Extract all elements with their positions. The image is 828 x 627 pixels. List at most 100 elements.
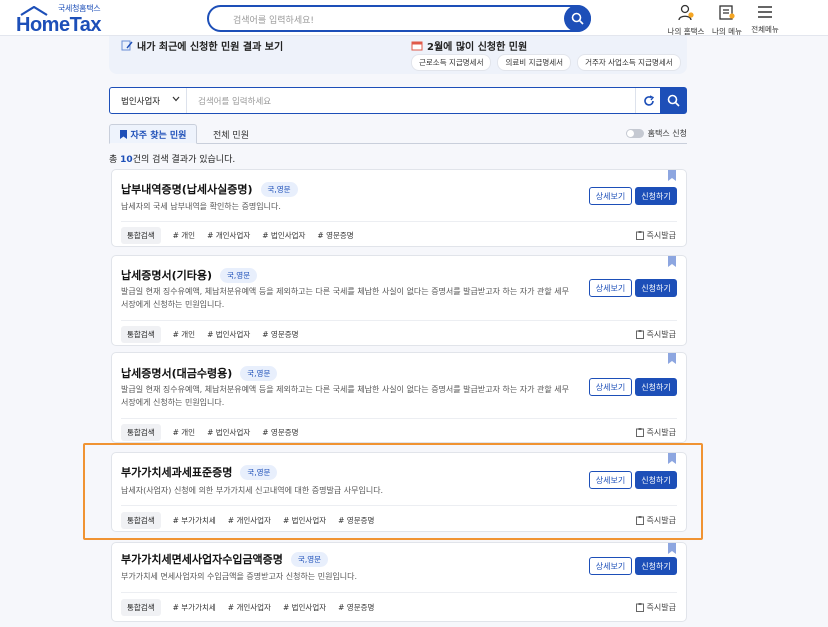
popular-applications-header: 2월에 많이 신청한 민원: [411, 38, 527, 53]
instant-issue-label: 즉시발급: [646, 428, 676, 437]
language-badge: 국,영문: [290, 551, 329, 567]
service-card: 납세증명서(대금수령용) 국,영문 발급일 현재 징수유예액, 체납처분유예액 …: [111, 352, 687, 443]
bookmark-icon: [119, 129, 127, 139]
toggle-label: 홈택스 신청: [647, 129, 687, 138]
card-divider: [121, 221, 677, 222]
refresh-button[interactable]: [635, 88, 661, 113]
recent-applications-title: 내가 최근에 신청한 민원 결과 보기: [137, 42, 284, 53]
hometax-apply-toggle[interactable]: 홈택스 신청: [625, 128, 687, 139]
tag[interactable]: # 개인: [173, 427, 195, 438]
card-title-row: 부가가치세면세사업자수입금액증명 국,영문: [121, 551, 329, 567]
card-divider: [121, 418, 677, 419]
edit-doc-icon: [121, 40, 133, 51]
category-select[interactable]: 법인사업자: [110, 88, 187, 113]
card-divider: [121, 320, 677, 321]
tag-integrated-search[interactable]: 통합검색: [121, 599, 161, 616]
card-description: 발급일 현재 징수유예액, 체납처분유예액 등을 제외하고는 다른 국세를 체납…: [121, 287, 570, 309]
all-menu-button[interactable]: 전체메뉴: [740, 4, 790, 35]
clipboard-icon: [635, 603, 644, 612]
tag[interactable]: # 법인사업자: [262, 230, 305, 241]
tag[interactable]: # 영문증명: [317, 230, 353, 241]
tag[interactable]: # 개인: [173, 230, 195, 241]
card-title[interactable]: 부가가치세면세사업자수입금액증명: [121, 551, 283, 567]
detail-button[interactable]: 상세보기: [589, 187, 632, 205]
tag[interactable]: # 영문증명: [262, 427, 298, 438]
card-title-row: 납부내역증명(납세사실증명) 국,영문: [121, 181, 298, 197]
hamburger-menu-icon: [758, 6, 772, 18]
popular-chip[interactable]: 의료비 지급명세서: [497, 54, 572, 71]
chevron-down-icon: [172, 96, 180, 102]
popular-chip[interactable]: 거주자 사업소득 지급명세서: [577, 54, 681, 71]
person-bell-icon: [678, 4, 694, 21]
detail-button[interactable]: 상세보기: [589, 378, 632, 396]
instant-issue: 즉시발급: [635, 602, 676, 613]
tab-all[interactable]: 전체 민원: [197, 124, 265, 144]
language-badge: 국,영문: [260, 181, 298, 197]
global-search-button[interactable]: [564, 5, 591, 32]
tag[interactable]: # 영문증명: [338, 602, 374, 613]
civil-service-search: 법인사업자 검색어를 입력하세요: [109, 87, 687, 114]
tag[interactable]: # 영문증명: [262, 329, 298, 340]
tag[interactable]: # 개인: [173, 329, 195, 340]
all-menu-label: 전체메뉴: [751, 25, 779, 34]
tag[interactable]: # 부가가치세: [173, 602, 216, 613]
card-title[interactable]: 납부내역증명(납세사실증명): [121, 181, 253, 197]
person-doc-icon: [719, 5, 735, 20]
bookmark-icon[interactable]: [668, 353, 676, 364]
search-button[interactable]: [660, 88, 686, 113]
tag[interactable]: # 개인사업자: [228, 602, 271, 613]
language-badge: 국,영문: [220, 267, 258, 283]
quick-info-panel: 내가 최근에 신청한 민원 결과 보기 2월에 많이 신청한 민원 근로소득 지…: [109, 36, 687, 74]
top-header: 국세청홈택스 HomeTax 검색어를 입력하세요! 나의 홈택스 나의 메뉴 …: [0, 0, 828, 36]
apply-button[interactable]: 신청하기: [635, 378, 677, 396]
tag[interactable]: # 법인사업자: [207, 329, 250, 340]
detail-button[interactable]: 상세보기: [589, 557, 632, 575]
tag[interactable]: # 법인사업자: [207, 427, 250, 438]
tab-frequent-label: 자주 찾는 민원: [130, 130, 187, 141]
tag[interactable]: # 법인사업자: [283, 602, 326, 613]
card-tags: 통합검색 # 개인 # 법인사업자 # 영문증명: [121, 424, 299, 441]
tag-integrated-search[interactable]: 통합검색: [121, 424, 161, 441]
tag[interactable]: # 개인사업자: [207, 230, 250, 241]
recent-applications-link[interactable]: 내가 최근에 신청한 민원 결과 보기: [121, 38, 283, 53]
result-count: 총 10건의 검색 결과가 있습니다.: [109, 152, 235, 165]
clipboard-icon: [635, 231, 644, 240]
apply-button[interactable]: 신청하기: [635, 279, 677, 297]
result-suffix: 건의 검색 결과가 있습니다.: [132, 155, 236, 165]
tag-integrated-search[interactable]: 통합검색: [121, 326, 161, 343]
hometax-logo[interactable]: 국세청홈택스 HomeTax: [14, 3, 104, 36]
tab-frequent[interactable]: 자주 찾는 민원: [109, 124, 197, 144]
popular-applications-title: 2월에 많이 신청한 민원: [427, 42, 528, 53]
apply-button[interactable]: 신청하기: [635, 557, 677, 575]
card-tags: 통합검색 # 부가가치세 # 개인사업자 # 법인사업자 # 영문증명: [121, 599, 374, 616]
global-search-box[interactable]: 검색어를 입력하세요!: [207, 5, 591, 32]
global-search-placeholder: 검색어를 입력하세요!: [233, 16, 314, 26]
instant-issue-label: 즉시발급: [646, 603, 676, 612]
highlight-frame: [83, 443, 703, 540]
detail-button[interactable]: 상세보기: [589, 279, 632, 297]
toggle-switch[interactable]: [625, 129, 644, 138]
apply-button[interactable]: 신청하기: [635, 187, 677, 205]
popular-chips: 근로소득 지급명세서 의료비 지급명세서 거주자 사업소득 지급명세서: [411, 54, 681, 71]
clipboard-icon: [635, 428, 644, 437]
tab-bar: 자주 찾는 민원 전체 민원 홈택스 신청: [109, 124, 687, 144]
card-title[interactable]: 납세증명서(기타용): [121, 267, 212, 283]
result-prefix: 총: [109, 155, 121, 165]
bookmark-icon[interactable]: [668, 256, 676, 267]
card-tags: 통합검색 # 개인 # 법인사업자 # 영문증명: [121, 326, 299, 343]
bookmark-icon[interactable]: [668, 543, 676, 554]
card-description: 부가가치세 면세사업자의 수입금액을 증명받고자 신청하는 민원입니다.: [121, 572, 358, 581]
search-input[interactable]: 검색어를 입력하세요: [198, 95, 271, 107]
clipboard-icon: [635, 330, 644, 339]
tab-all-label: 전체 민원: [213, 130, 249, 141]
instant-issue: 즉시발급: [635, 329, 676, 340]
card-title[interactable]: 납세증명서(대금수령용): [121, 365, 232, 381]
tag-integrated-search[interactable]: 통합검색: [121, 227, 161, 244]
result-number: 10: [120, 155, 133, 165]
popular-chip[interactable]: 근로소득 지급명세서: [411, 54, 492, 71]
service-card: 납부내역증명(납세사실증명) 국,영문 납세자의 국세 납부내역을 확인하는 증…: [111, 169, 687, 247]
bookmark-icon[interactable]: [668, 170, 676, 181]
logo-subtitle: 국세청홈택스: [58, 4, 101, 13]
card-divider: [121, 592, 677, 593]
card-tags: 통합검색 # 개인 # 개인사업자 # 법인사업자 # 영문증명: [121, 227, 354, 244]
